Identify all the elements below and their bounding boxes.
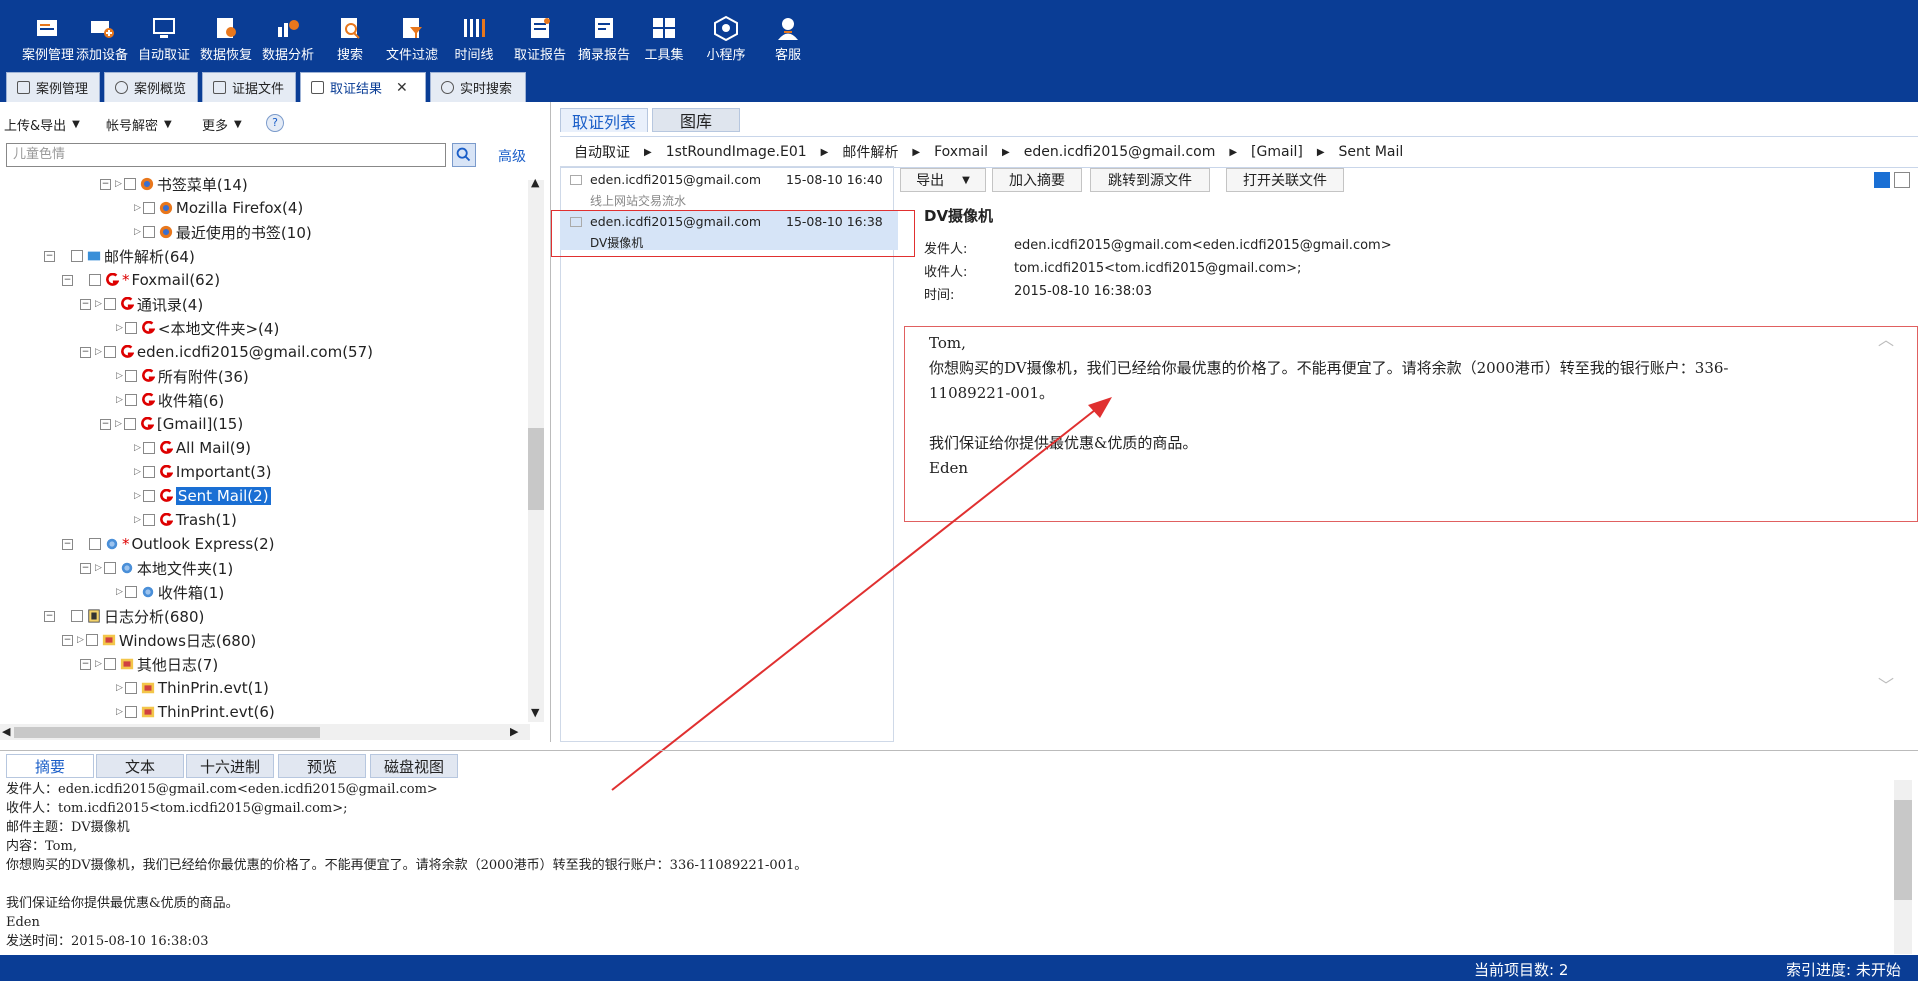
status-bar: 当前项目数: 2 索引进度: 未开始: [0, 955, 1918, 981]
summary-line: 收件人：tom.icdfi2015<tom.icdfi2015@gmail.co…: [6, 801, 348, 816]
index-progress: 索引进度: 未开始: [1786, 961, 1901, 979]
summary-line: 发件人：eden.icdfi2015@gmail.com<eden.icdfi2…: [6, 782, 438, 797]
summary-line: 发送时间：2015-08-10 16:38:03: [6, 934, 209, 949]
summary-line: 内容：Tom,: [6, 839, 77, 854]
tab-hex[interactable]: 十六进制: [186, 754, 274, 778]
summary-line: [6, 875, 1896, 894]
summary-line: 邮件主题：DV摄像机: [6, 820, 130, 835]
tab-text[interactable]: 文本: [96, 754, 184, 778]
summary-line: 你想购买的DV摄像机，我们已经给你最优惠的价格了。不能再便宜了。请将余款（200…: [6, 858, 808, 873]
summary-panel: 发件人：eden.icdfi2015@gmail.com<eden.icdfi2…: [0, 780, 1896, 954]
item-count: 当前项目数: 2: [1474, 961, 1569, 979]
scrollbar-thumb[interactable]: [1894, 800, 1912, 900]
tab-disk-view[interactable]: 磁盘视图: [370, 754, 458, 778]
tab-preview[interactable]: 预览: [278, 754, 366, 778]
summary-line: Eden: [6, 915, 40, 930]
summary-line: 我们保证给你提供最优惠&优质的商品。: [6, 896, 239, 911]
tab-summary[interactable]: 摘要: [6, 754, 94, 778]
